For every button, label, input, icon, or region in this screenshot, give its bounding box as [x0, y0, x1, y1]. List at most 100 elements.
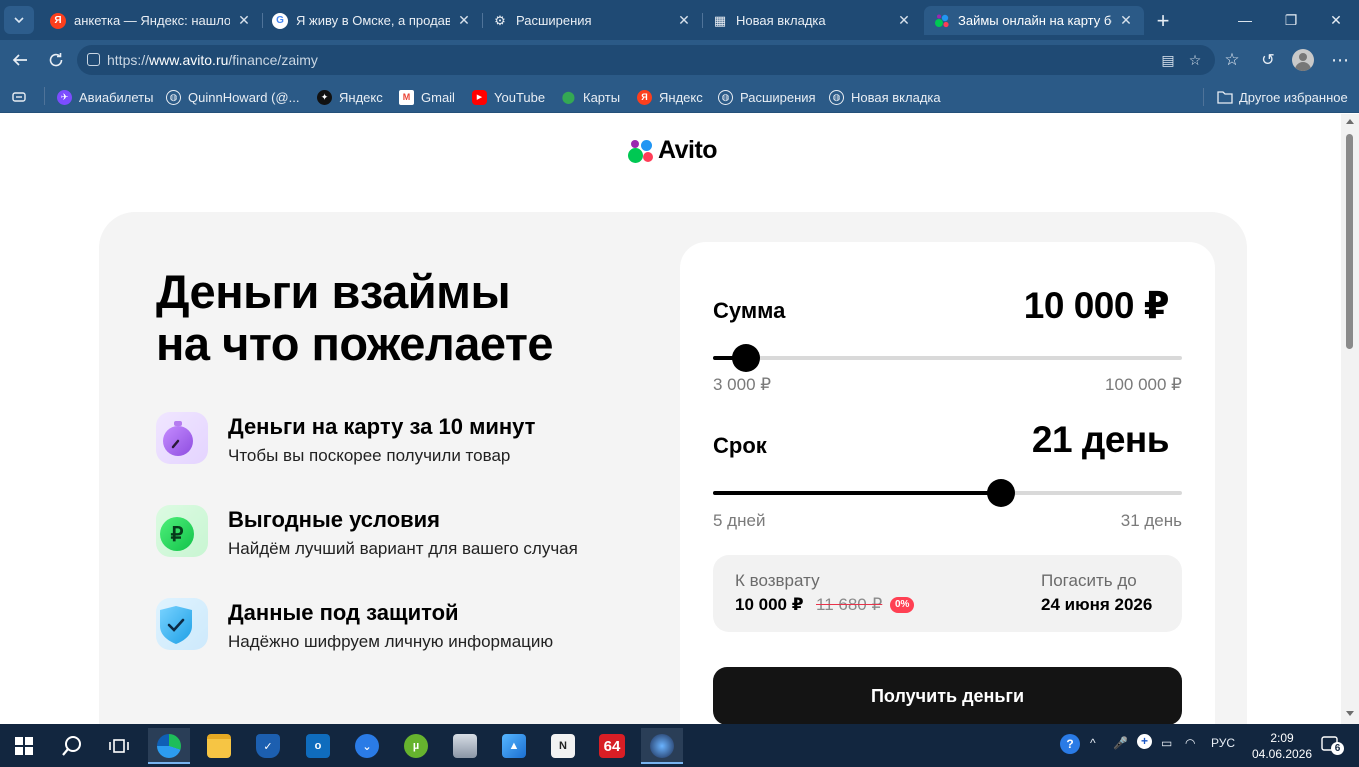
battery-icon[interactable]: ▭ [1161, 736, 1172, 750]
close-icon[interactable]: ✕ [676, 12, 692, 29]
bookmark-separator [44, 87, 45, 105]
reader-mode-icon[interactable]: ▤ [1160, 52, 1176, 68]
microphone-icon[interactable]: 🎤 [1113, 736, 1128, 750]
lock-icon [87, 53, 100, 66]
notepad-icon: N [551, 734, 575, 758]
feature-heading: Выгодные условия [228, 507, 441, 532]
term-slider[interactable] [713, 491, 1182, 495]
ruble-icon: ₽ [156, 505, 208, 557]
close-icon[interactable]: ✕ [456, 12, 472, 29]
close-icon[interactable]: ✕ [896, 12, 912, 29]
maximize-icon: ❐ [1284, 11, 1298, 28]
task-view-button[interactable] [98, 728, 140, 764]
url-scheme: https:// [107, 52, 150, 68]
bookmark-item[interactable]: ✈ Авиабилеты [57, 87, 153, 107]
term-slider-fill [713, 491, 1002, 495]
amount-slider-handle[interactable] [731, 344, 760, 372]
taskbar-download[interactable]: ⌄ [346, 728, 388, 764]
back-button[interactable] [8, 48, 32, 72]
bookmark-item[interactable]: ◍ Новая вкладка [829, 87, 941, 107]
bookmark-item[interactable]: ✦ Яндекс [317, 87, 383, 107]
term-slider-handle[interactable] [987, 479, 1016, 507]
outlook-icon: o [306, 734, 330, 758]
reload-button[interactable] [44, 48, 68, 72]
taskbar-edge[interactable] [148, 728, 190, 764]
scrollbar-thumb[interactable] [1346, 134, 1353, 349]
new-tab-button[interactable]: + [1150, 8, 1176, 34]
close-icon[interactable]: ✕ [1118, 12, 1134, 29]
taskbar-media[interactable] [444, 728, 486, 764]
profile-button[interactable] [1291, 48, 1315, 72]
photos-icon: ▲ [502, 734, 526, 758]
hero-card: Деньги взаймы на что пожелаете Деньги на… [99, 212, 1247, 724]
settings-menu-button[interactable]: ⋯ [1328, 48, 1352, 72]
loan-calculator: Сумма 10 000 ₽ 3 000 ₽ 100 000 ₽ Срок 21… [680, 242, 1215, 724]
edge-icon [157, 734, 181, 758]
bookmark-item[interactable]: M Gmail [399, 87, 455, 107]
start-button[interactable] [3, 728, 45, 764]
vpn-tray-icon[interactable]: + [1137, 734, 1152, 749]
bookmark-item[interactable]: ◍ QuinnHoward (@... [166, 87, 299, 107]
other-favorites-folder[interactable]: Другое избранное [1217, 87, 1348, 107]
get-money-button[interactable]: Получить деньги [713, 667, 1182, 724]
minimize-button[interactable]: — [1222, 0, 1268, 40]
taskbar-defender[interactable]: ✓ [247, 728, 289, 764]
amount-min-label: 3 000 ₽ [713, 375, 772, 394]
term-label: Срок [713, 433, 767, 458]
avito-logo-icon [628, 137, 654, 163]
tab-avito-loans[interactable]: Займы онлайн на карту без о ✕ [924, 6, 1144, 35]
bookmark-label: Карты [583, 89, 621, 105]
page-scrollbar[interactable] [1341, 114, 1359, 724]
tab-title: Я живу в Омске, а продавец в [296, 13, 450, 28]
term-value: 21 день [1031, 419, 1170, 460]
close-icon[interactable]: ✕ [236, 12, 252, 29]
taskbar-aida64[interactable]: 64 [591, 728, 633, 764]
repay-label: К возврату [735, 571, 820, 590]
tab-view-button[interactable] [11, 87, 27, 107]
taskbar-photos[interactable]: ▲ [493, 728, 535, 764]
taskbar-utorrent[interactable]: µ [395, 728, 437, 764]
address-bar[interactable]: https://www.avito.ru/finance/zaimy ▤ ☆ [77, 45, 1215, 75]
maximize-button[interactable]: ❐ [1268, 0, 1314, 40]
youtube-icon: ▶ [472, 89, 487, 105]
favorites-button[interactable]: ☆ [1220, 48, 1244, 72]
taskbar-outlook[interactable]: o [297, 728, 339, 764]
feature-subtitle: Надёжно шифруем личную информацию [228, 632, 554, 651]
bookmark-item[interactable]: ◍ Расширения [718, 87, 816, 107]
history-button[interactable]: ↺ [1256, 48, 1280, 72]
search-button[interactable] [51, 728, 93, 764]
task-view-icon [109, 739, 129, 753]
more-dots-icon: ⋯ [1331, 49, 1349, 70]
utorrent-icon: µ [404, 734, 428, 758]
bookmark-separator [1203, 88, 1204, 106]
newtab-icon: ▦ [713, 12, 727, 28]
amount-label: Сумма [713, 298, 786, 323]
show-hidden-icons-chevron-icon[interactable]: ^ [1090, 736, 1096, 750]
taskbar-game[interactable] [641, 728, 683, 764]
gmail-icon: M [399, 89, 414, 105]
bookmark-item[interactable]: ⬤ Карты [561, 87, 620, 107]
scroll-up-icon[interactable] [1346, 119, 1354, 124]
clock[interactable]: 2:09 04.06.2026 [1252, 730, 1312, 762]
tab-yandex-search[interactable]: Я анкетка — Яндекс: нашлось 3 ✕ [40, 6, 262, 35]
avito-logo[interactable]: Avito [628, 136, 718, 164]
taskbar-notepad[interactable]: N [542, 728, 584, 764]
scroll-down-icon[interactable] [1346, 711, 1354, 716]
star-icon[interactable]: ☆ [1187, 52, 1203, 68]
taskbar-file-explorer[interactable] [198, 728, 240, 764]
tab-extensions[interactable]: ⚙ Расширения ✕ [482, 6, 702, 35]
bookmark-item[interactable]: ▶ YouTube [472, 87, 545, 107]
help-tray-icon[interactable]: ? [1060, 734, 1080, 754]
tab-actions-menu-button[interactable] [4, 6, 34, 34]
bookmark-item[interactable]: Я Яндекс [637, 87, 703, 107]
tab-google-search[interactable]: G Я живу в Омске, а продавец в ✕ [262, 6, 482, 35]
notifications-button[interactable]: 6 [1321, 736, 1344, 756]
amount-slider[interactable] [713, 356, 1182, 360]
wifi-icon[interactable]: ◠ [1185, 736, 1195, 750]
close-window-button[interactable]: ✕ [1313, 0, 1359, 40]
bookmarks-bar: ✈ Авиабилеты ◍ QuinnHoward (@... ✦ Яндекс M… [0, 80, 1359, 113]
bookmark-label: Яндекс [659, 89, 703, 105]
tab-new-tab[interactable]: ▦ Новая вкладка ✕ [702, 6, 922, 35]
bookmark-label: YouTube [494, 89, 546, 105]
language-indicator[interactable]: РУС [1211, 736, 1235, 750]
